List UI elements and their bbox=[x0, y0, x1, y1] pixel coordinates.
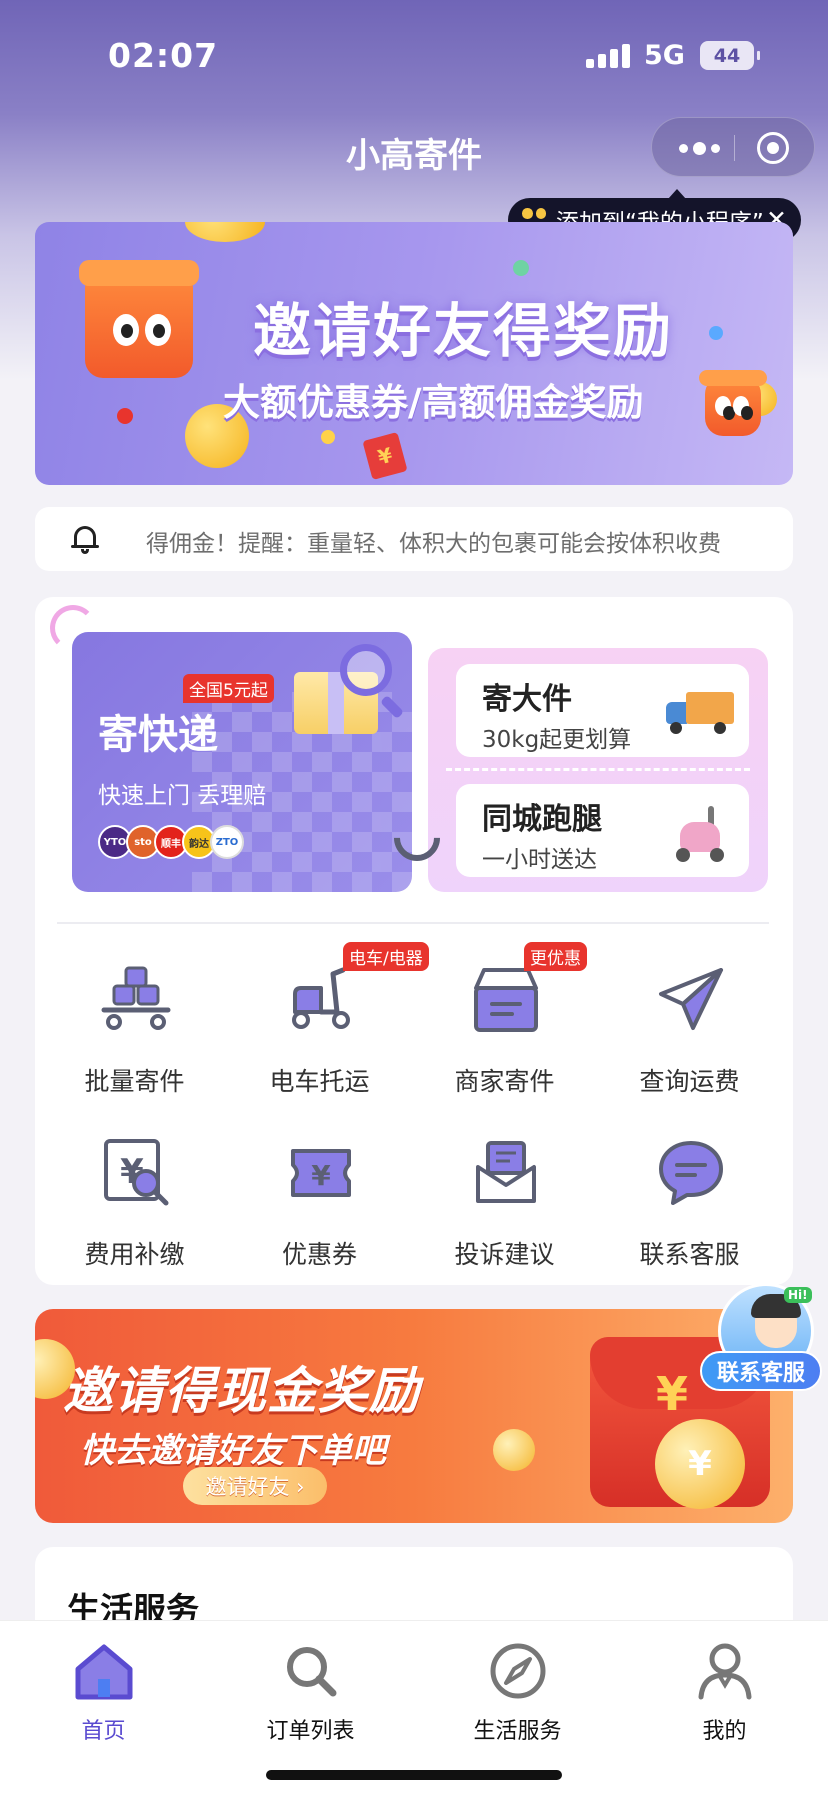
scooter-icon bbox=[292, 967, 350, 1029]
coin-icon bbox=[493, 1429, 535, 1471]
express-card[interactable]: 全国5元起 寄快递 快速上门 丢理赔 YTO sto 顺丰 韵达 ZTO bbox=[72, 632, 412, 892]
invite-friends-banner[interactable]: ¥ 邀请好友得奖励 大额优惠券/高额佣金奖励 bbox=[35, 222, 793, 485]
grid-label: 联系客服 bbox=[639, 1240, 740, 1269]
hi-badge: Hi! bbox=[784, 1287, 812, 1303]
tab-profile[interactable]: 我的 bbox=[621, 1621, 828, 1744]
mail-icon bbox=[476, 1141, 536, 1203]
grid-item-coupon[interactable]: ¥ 优惠券 bbox=[227, 1137, 412, 1287]
envelope-yen: ¥ bbox=[656, 1367, 689, 1421]
network-type: 5G bbox=[644, 40, 685, 71]
home-icon bbox=[75, 1644, 133, 1700]
magnifier-icon bbox=[340, 644, 392, 696]
tab-home[interactable]: 首页 bbox=[0, 1621, 207, 1744]
big-item-title: 寄大件 bbox=[482, 682, 572, 717]
grid-item-merchant-send[interactable]: 更优惠 商家寄件 bbox=[412, 942, 597, 1114]
dashed-divider bbox=[446, 768, 750, 771]
battery-icon: 44 bbox=[700, 41, 760, 70]
capsule-divider bbox=[734, 135, 735, 161]
tab-orders[interactable]: 订单列表 bbox=[207, 1621, 414, 1744]
paper-plane-icon bbox=[659, 968, 723, 1030]
grid-item-complaint[interactable]: 投诉建议 bbox=[412, 1137, 597, 1287]
tab-label: 我的 bbox=[702, 1719, 747, 1744]
grid-label: 优惠券 bbox=[281, 1240, 357, 1269]
banner-subtitle: 大额优惠券/高额佣金奖励 bbox=[223, 381, 644, 424]
grid-label: 商家寄件 bbox=[454, 1067, 555, 1096]
errand-card[interactable]: 同城跑腿 一小时送达 bbox=[456, 784, 749, 877]
side-services: 寄大件 30kg起更划算 同城跑腿 一小时送达 bbox=[428, 648, 768, 892]
big-item-card[interactable]: 寄大件 30kg起更划算 bbox=[456, 664, 749, 757]
express-subtitle: 快速上门 丢理赔 bbox=[98, 783, 267, 809]
express-badge: 全国5元起 bbox=[183, 674, 274, 703]
coupon-icon: ¥ bbox=[291, 1149, 351, 1197]
tab-bar: 首页 订单列表 生活服务 我的 bbox=[0, 1620, 828, 1795]
notice-text: 得佣金！提醒：重量轻、体积大的包裹可能会按体积收费 bbox=[146, 531, 721, 557]
grid-item-ebike-shipping[interactable]: 电车/电器 电车托运 bbox=[227, 942, 429, 1114]
grid-label: 批量寄件 bbox=[84, 1067, 185, 1096]
miniprogram-capsule bbox=[651, 117, 815, 177]
floating-service-label: 联系客服 bbox=[700, 1351, 822, 1391]
grid-label: 电车托运 bbox=[269, 1067, 370, 1096]
home-indicator bbox=[266, 1770, 562, 1780]
banner-cash-subtitle: 快去邀请好友下单吧 bbox=[80, 1431, 386, 1471]
grid-item-check-freight[interactable]: 查询运费 bbox=[597, 964, 782, 1114]
section-divider bbox=[57, 922, 769, 924]
merchant-box-icon bbox=[474, 968, 538, 1032]
small-gift-mascot-icon bbox=[699, 370, 767, 436]
floating-customer-service[interactable]: Hi! 联系客服 bbox=[700, 1283, 822, 1433]
svg-text:¥: ¥ bbox=[311, 1159, 331, 1192]
grid-label: 查询运费 bbox=[639, 1067, 740, 1096]
chat-icon bbox=[659, 1141, 723, 1205]
grid-badge: 更优惠 bbox=[524, 942, 587, 971]
tab-label: 首页 bbox=[81, 1719, 126, 1744]
tab-label: 生活服务 bbox=[473, 1719, 562, 1744]
bell-icon bbox=[71, 523, 99, 554]
carrier-logos: YTO sto 顺丰 韵达 ZTO bbox=[98, 825, 244, 859]
big-item-subtitle: 30kg起更划算 bbox=[482, 727, 632, 753]
invite-friends-button[interactable]: 邀请好友 › bbox=[183, 1467, 327, 1505]
grid-item-batch-send[interactable]: 批量寄件 bbox=[42, 964, 227, 1114]
stacked-boxes-icon bbox=[101, 966, 171, 1030]
errand-subtitle: 一小时送达 bbox=[482, 847, 597, 873]
truck-icon bbox=[666, 692, 734, 734]
grid-label: 投诉建议 bbox=[454, 1240, 555, 1269]
status-time: 02:07 bbox=[108, 36, 219, 75]
user-icon bbox=[698, 1643, 752, 1700]
banner-title: 邀请好友得奖励 bbox=[253, 297, 674, 365]
grid-item-fee-supplement[interactable]: ¥ 费用补缴 bbox=[42, 1137, 227, 1287]
tab-life-services[interactable]: 生活服务 bbox=[414, 1621, 621, 1744]
tab-label: 订单列表 bbox=[266, 1719, 355, 1744]
grid-label: 费用补缴 bbox=[84, 1240, 185, 1269]
scooter-icon bbox=[674, 802, 726, 864]
banner-cash-title: 邀请得现金奖励 bbox=[63, 1362, 420, 1420]
errand-title: 同城跑腿 bbox=[482, 802, 602, 837]
carrier-logo: ZTO bbox=[210, 825, 244, 859]
gift-mascot-icon bbox=[79, 260, 199, 378]
coin-icon bbox=[185, 222, 265, 242]
grid-item-contact-service[interactable]: 联系客服 bbox=[597, 1137, 782, 1287]
close-miniprogram-icon[interactable] bbox=[757, 132, 789, 164]
search-icon bbox=[287, 1647, 337, 1697]
red-envelope-icon: ¥ bbox=[362, 432, 408, 480]
yen-search-icon: ¥ bbox=[104, 1139, 169, 1206]
invite-cash-banner[interactable]: ¥ ¥ 邀请得现金奖励 快去邀请好友下单吧 邀请好友 › bbox=[35, 1309, 793, 1523]
express-title: 寄快递 bbox=[98, 712, 218, 758]
notice-bar[interactable]: 得佣金！提醒：重量轻、体积大的包裹可能会按体积收费 bbox=[35, 507, 793, 571]
compass-icon bbox=[490, 1643, 546, 1699]
more-icon[interactable] bbox=[674, 138, 724, 158]
signal-icon bbox=[586, 42, 630, 68]
